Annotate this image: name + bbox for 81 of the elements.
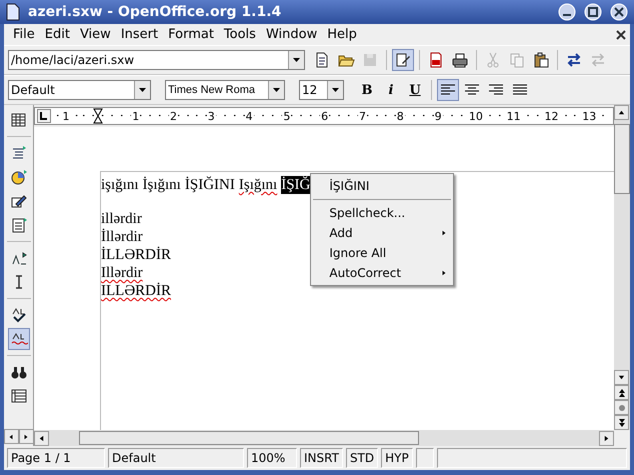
ruler-number: 8	[396, 110, 405, 122]
double-down-arrow-icon	[618, 418, 626, 428]
window-title: azeri.sxw - OpenOffice.org 1.1.4	[28, 4, 282, 20]
document-word: İŞIĞINI	[184, 176, 235, 194]
align-left-icon[interactable]	[437, 79, 459, 101]
status-field: Default	[108, 448, 244, 468]
submenu-arrow-icon	[441, 230, 448, 236]
size-dropdown[interactable]: 12	[299, 80, 344, 100]
menu-item[interactable]: Ignore All	[311, 243, 454, 263]
menu-item[interactable]: AutoCorrect	[311, 263, 454, 283]
left-arrow-icon	[38, 434, 45, 442]
status-field: HYP	[381, 448, 413, 468]
ruler-number: 9	[434, 110, 443, 122]
close-icon[interactable]	[616, 30, 626, 40]
edit-document-icon[interactable]	[392, 49, 414, 71]
ruler-number: 13	[581, 110, 598, 122]
up-arrow-icon	[618, 109, 625, 116]
menu-item[interactable]: Tools	[218, 27, 261, 42]
italic-button[interactable]: i	[380, 79, 402, 101]
menu-item[interactable]: Window	[260, 27, 322, 42]
scrollbar-thumb[interactable]	[79, 431, 419, 445]
ruler-number: 1	[62, 110, 70, 122]
ruler-number: 4	[244, 110, 254, 122]
status-field: INSRT	[300, 448, 343, 468]
document-word: Işığını	[238, 176, 278, 194]
menu-item[interactable]: View	[74, 27, 116, 42]
indent-marker-icon[interactable]	[92, 108, 103, 124]
ruler-number: 7	[358, 110, 367, 122]
dot-icon	[618, 404, 624, 410]
ruler-number: 10	[468, 110, 484, 122]
url-field[interactable]: /home/laci/azeri.sxw	[8, 50, 305, 70]
font-dropdown[interactable]: Times New Roma	[165, 80, 285, 100]
document-line: ILLƏRDİR	[101, 282, 171, 300]
menu-item[interactable]: Help	[322, 27, 362, 42]
menu-item[interactable]: Add	[311, 223, 454, 243]
document-line: İLLƏRDİR	[101, 246, 171, 264]
ruler-number: 11	[506, 110, 522, 122]
style-dropdown[interactable]: Default	[8, 80, 151, 100]
double-up-arrow-icon	[618, 388, 626, 398]
scroll-left-button[interactable]	[4, 429, 18, 444]
scroll-up-button[interactable]	[614, 105, 629, 120]
document-line: illərdir	[101, 210, 142, 228]
tab-stop-icon[interactable]	[37, 109, 51, 123]
scrollbar-thumb[interactable]	[614, 124, 630, 194]
ruler-number: 5	[282, 110, 292, 122]
scroll-right-button[interactable]	[18, 429, 34, 444]
ruler-number: 3	[206, 110, 216, 122]
ruler-number: 2	[168, 110, 178, 122]
scroll-right-button[interactable]	[599, 430, 614, 446]
left-arrow-icon	[8, 434, 14, 440]
document-word: işığını	[101, 176, 139, 194]
menu-item[interactable]: Edit	[40, 27, 75, 42]
menu-item[interactable]: Format	[163, 27, 219, 42]
status-field: STD	[346, 448, 378, 468]
menu-item[interactable]: Insert	[116, 27, 164, 42]
underline-button[interactable]: U	[404, 79, 426, 101]
previous-page-button[interactable]	[614, 385, 629, 400]
minimize-icon[interactable]	[558, 3, 576, 21]
document-line: İllərdir	[101, 228, 143, 246]
maximize-icon[interactable]	[584, 3, 602, 21]
scroll-left-button[interactable]	[34, 430, 49, 446]
ruler-number: 12	[543, 110, 560, 122]
status-field: Page 1 / 1	[7, 448, 105, 468]
document-word: İşığını	[142, 176, 181, 194]
right-arrow-icon	[603, 434, 610, 442]
menu-item[interactable]: Spellcheck...	[311, 203, 454, 223]
right-arrow-icon	[23, 434, 29, 440]
ruler-number: 6	[320, 110, 330, 122]
ruler-number: 1	[131, 110, 140, 122]
auto-spellcheck-icon[interactable]	[8, 328, 30, 350]
document-icon	[6, 3, 20, 21]
menu-item[interactable]: File	[8, 27, 40, 42]
suggestion-item[interactable]: İŞIĞINI	[311, 176, 454, 196]
bold-button[interactable]: B	[356, 79, 378, 101]
status-field: 100%	[247, 448, 297, 468]
scroll-down-button[interactable]	[614, 370, 629, 385]
document-line: Illərdir	[101, 264, 143, 282]
submenu-arrow-icon	[441, 270, 448, 276]
next-page-button[interactable]	[614, 415, 629, 430]
down-arrow-icon	[618, 374, 625, 381]
status-field	[416, 448, 434, 468]
